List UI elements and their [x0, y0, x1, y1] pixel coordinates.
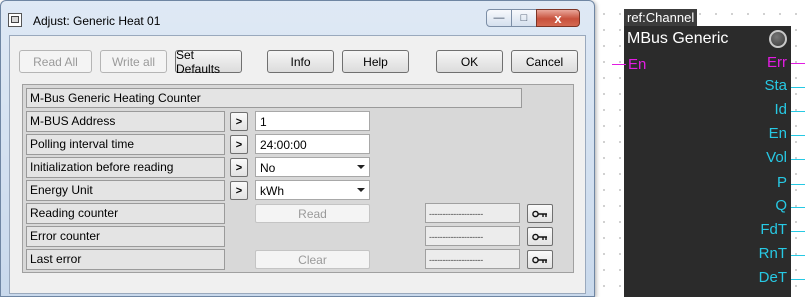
last-error-key-button[interactable] [527, 250, 553, 269]
dialog-title: Adjust: Generic Heat 01 [33, 14, 161, 28]
dropdown-arrow-icon [357, 188, 365, 192]
dropdown-arrow-icon [357, 165, 365, 169]
output-wire-det [791, 279, 805, 280]
output-pin-det[interactable]: DeT [759, 269, 787, 286]
output-pin-p[interactable]: P [777, 174, 787, 191]
output-wire-en [791, 135, 805, 136]
key-icon [532, 233, 547, 240]
chevron-right-icon: > [235, 138, 243, 151]
close-button[interactable]: x [536, 9, 580, 27]
status-led-icon [769, 30, 787, 48]
maximize-button[interactable]: □ [511, 9, 537, 27]
output-wire-id [791, 111, 805, 112]
block-title: MBus Generic [627, 30, 729, 47]
set-defaults-button[interactable]: Set Defaults [175, 48, 242, 76]
energy-unit-value: kWh [260, 184, 284, 198]
mbus-address-write-button[interactable]: > [230, 112, 248, 131]
polling-interval-write-button[interactable]: > [230, 135, 248, 154]
input-wire [612, 64, 626, 65]
settings-panel: M-Bus Generic Heating Counter M-BUS Addr… [22, 84, 574, 273]
last-error-label: Last error [26, 249, 225, 270]
help-button[interactable]: Help [342, 50, 409, 73]
last-error-value: -------------------- [425, 249, 520, 269]
output-pin-fdt[interactable]: FdT [760, 221, 787, 238]
window-controls: — □ x [486, 9, 580, 27]
ok-button[interactable]: OK [436, 50, 503, 73]
maximize-icon: □ [520, 12, 528, 24]
error-counter-value: -------------------- [425, 226, 520, 246]
output-wire-p [791, 184, 805, 185]
init-before-reading-select[interactable]: No [255, 157, 370, 177]
key-icon [532, 256, 547, 263]
mbus-address-label: M-BUS Address [26, 111, 225, 132]
block-reference-label: ref:Channel [624, 9, 698, 26]
reading-counter-label: Reading counter [26, 203, 225, 224]
close-icon: x [554, 10, 562, 26]
reading-counter-key-button[interactable] [527, 204, 553, 223]
output-wire-err [791, 63, 805, 64]
output-wire-q [791, 207, 805, 208]
minimize-icon: — [493, 12, 505, 24]
init-before-reading-value: No [260, 161, 276, 175]
output-pin-err[interactable]: Err [767, 54, 787, 71]
write-all-button[interactable]: Write all [100, 50, 167, 73]
panel-header: M-Bus Generic Heating Counter [26, 88, 522, 108]
dialog-client-area: Read All Write all Set Defaults Info Hel… [9, 35, 586, 294]
read-all-button[interactable]: Read All [19, 50, 92, 73]
cancel-button[interactable]: Cancel [511, 50, 578, 73]
output-wire-fdt [791, 231, 805, 232]
window-app-icon [8, 13, 22, 27]
mbus-generic-block[interactable]: MBus Generic En Err Sta Id En Vol P Q Fd… [624, 26, 791, 297]
read-button[interactable]: Read [255, 204, 370, 223]
output-pin-id[interactable]: Id [774, 101, 787, 118]
title-bar[interactable]: Adjust: Generic Heat 01 — □ x [1, 1, 594, 35]
polling-interval-input[interactable]: 24:00:00 [255, 134, 370, 154]
output-wire-sta [791, 87, 805, 88]
reading-counter-value: -------------------- [425, 203, 520, 223]
output-pin-vol[interactable]: Vol [766, 149, 787, 166]
output-pin-sta[interactable]: Sta [764, 77, 787, 94]
chevron-right-icon: > [235, 115, 243, 128]
energy-unit-select[interactable]: kWh [255, 180, 370, 200]
mbus-address-input[interactable]: 1 [255, 111, 370, 131]
adjust-dialog: Adjust: Generic Heat 01 — □ x Read All W… [0, 0, 595, 297]
energy-unit-write-button[interactable]: > [230, 181, 248, 200]
error-counter-label: Error counter [26, 226, 225, 247]
info-button[interactable]: Info [267, 50, 334, 73]
output-wire-rnt [791, 255, 805, 256]
init-before-reading-write-button[interactable]: > [230, 158, 248, 177]
chevron-right-icon: > [235, 184, 243, 197]
output-pin-en[interactable]: En [769, 125, 787, 142]
output-pin-rnt[interactable]: RnT [759, 245, 787, 262]
minimize-button[interactable]: — [486, 9, 512, 27]
output-pin-q[interactable]: Q [775, 197, 787, 214]
output-wire-vol [791, 159, 805, 160]
input-pin-en[interactable]: En [628, 56, 646, 73]
chevron-right-icon: > [235, 161, 243, 174]
polling-interval-label: Polling interval time [26, 134, 225, 155]
energy-unit-label: Energy Unit [26, 180, 225, 201]
init-before-reading-label: Initialization before reading [26, 157, 225, 178]
key-icon [532, 210, 547, 217]
clear-button[interactable]: Clear [255, 250, 370, 269]
error-counter-key-button[interactable] [527, 227, 553, 246]
